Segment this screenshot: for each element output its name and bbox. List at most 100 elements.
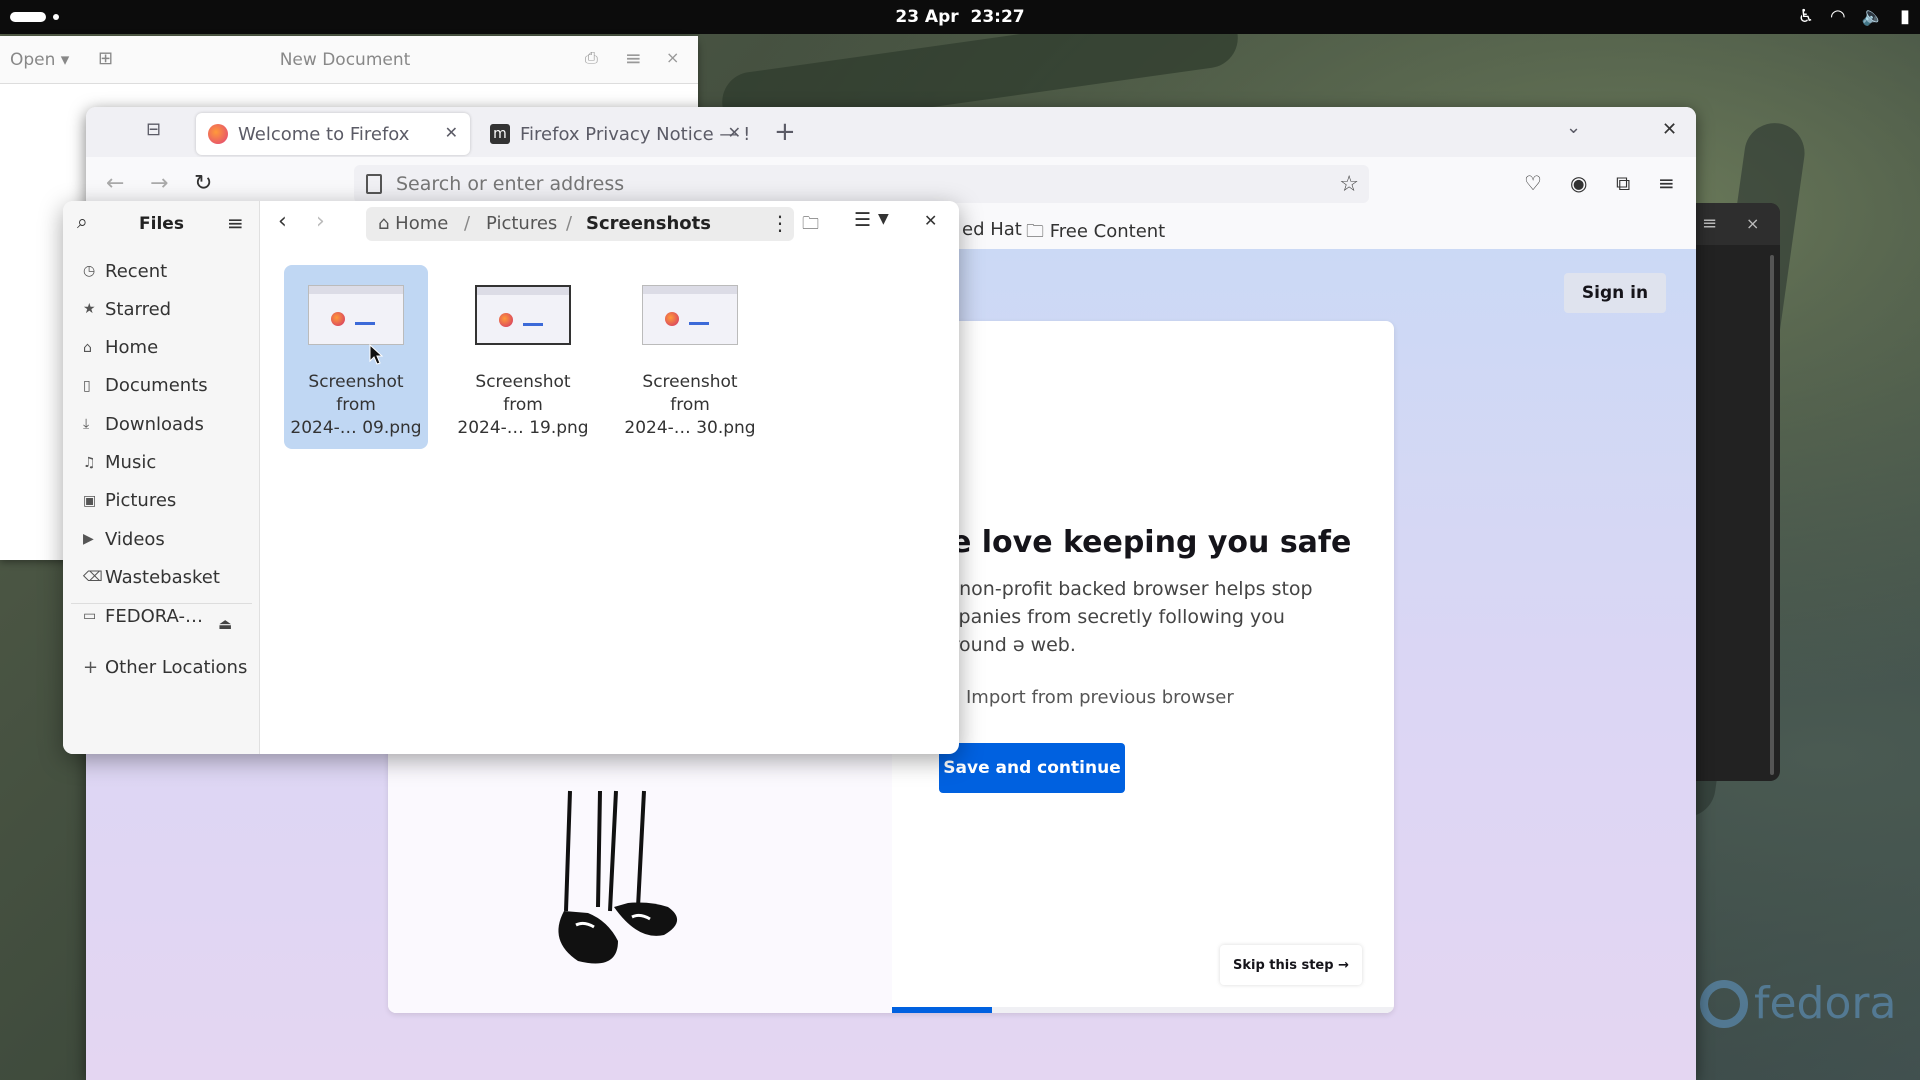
forward-icon[interactable]: →: [150, 171, 168, 196]
fedora-logo-text: fedora: [1754, 978, 1897, 1029]
tab-welcome[interactable]: Welcome to Firefox ✕: [196, 113, 470, 155]
file-name-line: 2024-… 09.png: [290, 418, 422, 438]
close-icon[interactable]: ×: [1746, 214, 1759, 233]
address-input[interactable]: [396, 165, 1296, 203]
sidebar-item-downloads[interactable]: ⤓ Downloads: [63, 406, 260, 442]
save-icon[interactable]: ⎙: [585, 48, 598, 68]
system-tray[interactable]: ♿ ◠ 🔈 ▮: [1798, 6, 1910, 27]
menu-icon[interactable]: ≡: [1702, 213, 1717, 234]
sidebar-item-videos[interactable]: ▶ Videos: [63, 521, 260, 557]
close-icon[interactable]: ✕: [924, 211, 937, 230]
file-name: Screenshot from 2024-… 19.png: [451, 371, 595, 440]
bookmark-folder-label: Free Content: [1049, 221, 1166, 242]
path-home[interactable]: ⌂ Home: [378, 213, 448, 234]
tab-list-icon[interactable]: ⊟: [146, 119, 161, 140]
sidebar-item-wastebasket[interactable]: ⌫ Wastebasket: [63, 559, 260, 595]
bookmark-star-icon[interactable]: ☆: [1339, 172, 1359, 197]
sidebar-item-music[interactable]: ♫ Music: [63, 445, 260, 481]
file-name-line: Screenshot: [642, 372, 738, 392]
files-sidebar: ⌕ Files ≡ ◷ Recent ★ Starred ⌂ Home ▯ Documents…: [63, 201, 260, 754]
sign-in-button[interactable]: Sign in: [1564, 273, 1666, 313]
sidebar-item-recent[interactable]: ◷ Recent: [63, 253, 260, 289]
file-name: Screenshot from 2024-… 30.png: [618, 371, 762, 440]
file-name-line: Screenshot: [475, 372, 571, 392]
sidebar-item-other-locations[interactable]: + Other Locations: [63, 649, 260, 685]
file-item[interactable]: Screenshot from 2024-… 19.png: [451, 265, 595, 449]
back-icon[interactable]: ←: [106, 171, 124, 196]
file-name-line: from: [503, 395, 543, 415]
editor-headerbar: Open ▾ ⊞ New Document ⎙ ≡ ×: [0, 36, 698, 84]
terminal-headerbar: ≡ ×: [1694, 203, 1780, 245]
star-icon: ★: [83, 301, 96, 318]
sidebar-item-label: Downloads: [105, 413, 204, 435]
save-and-continue-button[interactable]: Save and continue: [939, 743, 1125, 793]
eject-icon[interactable]: ⏏: [218, 615, 232, 633]
extensions-icon[interactable]: ⧉: [1616, 171, 1630, 195]
card-subtext: ır non-profit backed browser helps stop …: [940, 578, 1313, 656]
progress-bar: [892, 1007, 1394, 1013]
path-separator: /: [464, 213, 471, 234]
tab-privacy-notice[interactable]: m Firefox Privacy Notice — ! ✕: [478, 113, 753, 155]
pocket-icon[interactable]: ♡: [1524, 171, 1542, 195]
chevron-down-icon[interactable]: ⌄: [1566, 117, 1581, 138]
menu-icon[interactable]: ≡: [227, 211, 244, 235]
terminal-window: ≡ ×: [1694, 203, 1780, 781]
close-icon[interactable]: ✕: [445, 123, 458, 142]
path-bar: ⌂ Home / Pictures / Screenshots ⋮: [366, 207, 794, 241]
mouse-cursor: [369, 344, 384, 365]
import-label[interactable]: Import from previous browser: [966, 687, 1234, 708]
sidebar-item-label: Other Locations: [105, 656, 248, 678]
file-thumbnail: [475, 285, 571, 345]
sidebar-item-starred[interactable]: ★ Starred: [63, 291, 260, 327]
top-bar: 23 Apr 23:27 ♿ ◠ 🔈 ▮: [0, 0, 1920, 34]
download-icon: ⤓: [83, 416, 90, 433]
menu-icon[interactable]: ≡: [1658, 171, 1675, 195]
skip-step-button[interactable]: Skip this step →: [1220, 945, 1362, 985]
drive-icon: ▭: [83, 608, 97, 624]
path-current[interactable]: Screenshots: [586, 213, 711, 234]
menu-icon[interactable]: ≡: [625, 46, 642, 70]
url-bar[interactable]: ☆: [354, 165, 1369, 203]
more-options-icon[interactable]: ⋮: [770, 211, 790, 235]
bookmark-folder[interactable]: 🗀 Free Content: [1026, 219, 1165, 249]
accessibility-icon[interactable]: ♿: [1798, 6, 1814, 27]
sidebar-item-label: Documents: [105, 375, 208, 397]
file-item[interactable]: Screenshot from 2024-… 30.png: [618, 265, 762, 449]
file-name-line: Screenshot: [308, 372, 404, 392]
back-icon[interactable]: ‹: [278, 209, 287, 234]
file-name-line: from: [670, 395, 710, 415]
page-icon: [366, 174, 382, 194]
account-icon[interactable]: ◉: [1570, 171, 1587, 195]
close-icon[interactable]: ✕: [1662, 119, 1677, 140]
file-name-line: from: [336, 395, 376, 415]
clock[interactable]: 23 Apr 23:27: [0, 7, 1920, 27]
tab-bar: ⊟ Welcome to Firefox ✕ m Firefox Privacy…: [86, 107, 1696, 157]
bookmark-item[interactable]: ed Hat: [962, 219, 1022, 240]
music-icon: ♫: [83, 454, 96, 471]
forward-icon[interactable]: ›: [316, 209, 325, 234]
reload-icon[interactable]: ↻: [194, 171, 212, 196]
video-icon: ▶: [83, 531, 94, 548]
mozilla-favicon-icon: m: [490, 124, 510, 144]
new-folder-icon[interactable]: 🗀: [802, 211, 819, 240]
volume-icon[interactable]: 🔈: [1862, 6, 1884, 27]
file-item[interactable]: Screenshot from 2024-… 09.png: [284, 265, 428, 449]
file-name: Screenshot from 2024-… 09.png: [284, 371, 428, 440]
file-name-line: 2024-… 19.png: [457, 418, 589, 438]
trash-icon: ⌫: [83, 569, 103, 586]
clock-date: 23 Apr: [895, 7, 959, 27]
wifi-icon[interactable]: ◠: [1830, 6, 1846, 27]
path-pictures[interactable]: Pictures: [486, 213, 557, 234]
scrollbar[interactable]: [1770, 255, 1774, 775]
sidebar-item-pictures[interactable]: ▣ Pictures: [63, 483, 260, 519]
fedora-logo-icon: [1700, 979, 1748, 1028]
close-icon[interactable]: ×: [666, 48, 679, 67]
sidebar-item-home[interactable]: ⌂ Home: [63, 330, 260, 366]
view-options-chevron-icon[interactable]: ▼: [878, 211, 889, 227]
list-view-icon[interactable]: ☰: [854, 209, 871, 231]
battery-icon[interactable]: ▮: [1900, 6, 1910, 27]
new-tab-button[interactable]: +: [774, 117, 796, 147]
close-icon[interactable]: ✕: [728, 123, 741, 142]
sidebar-item-label: Starred: [105, 298, 172, 320]
sidebar-item-documents[interactable]: ▯ Documents: [63, 368, 260, 404]
